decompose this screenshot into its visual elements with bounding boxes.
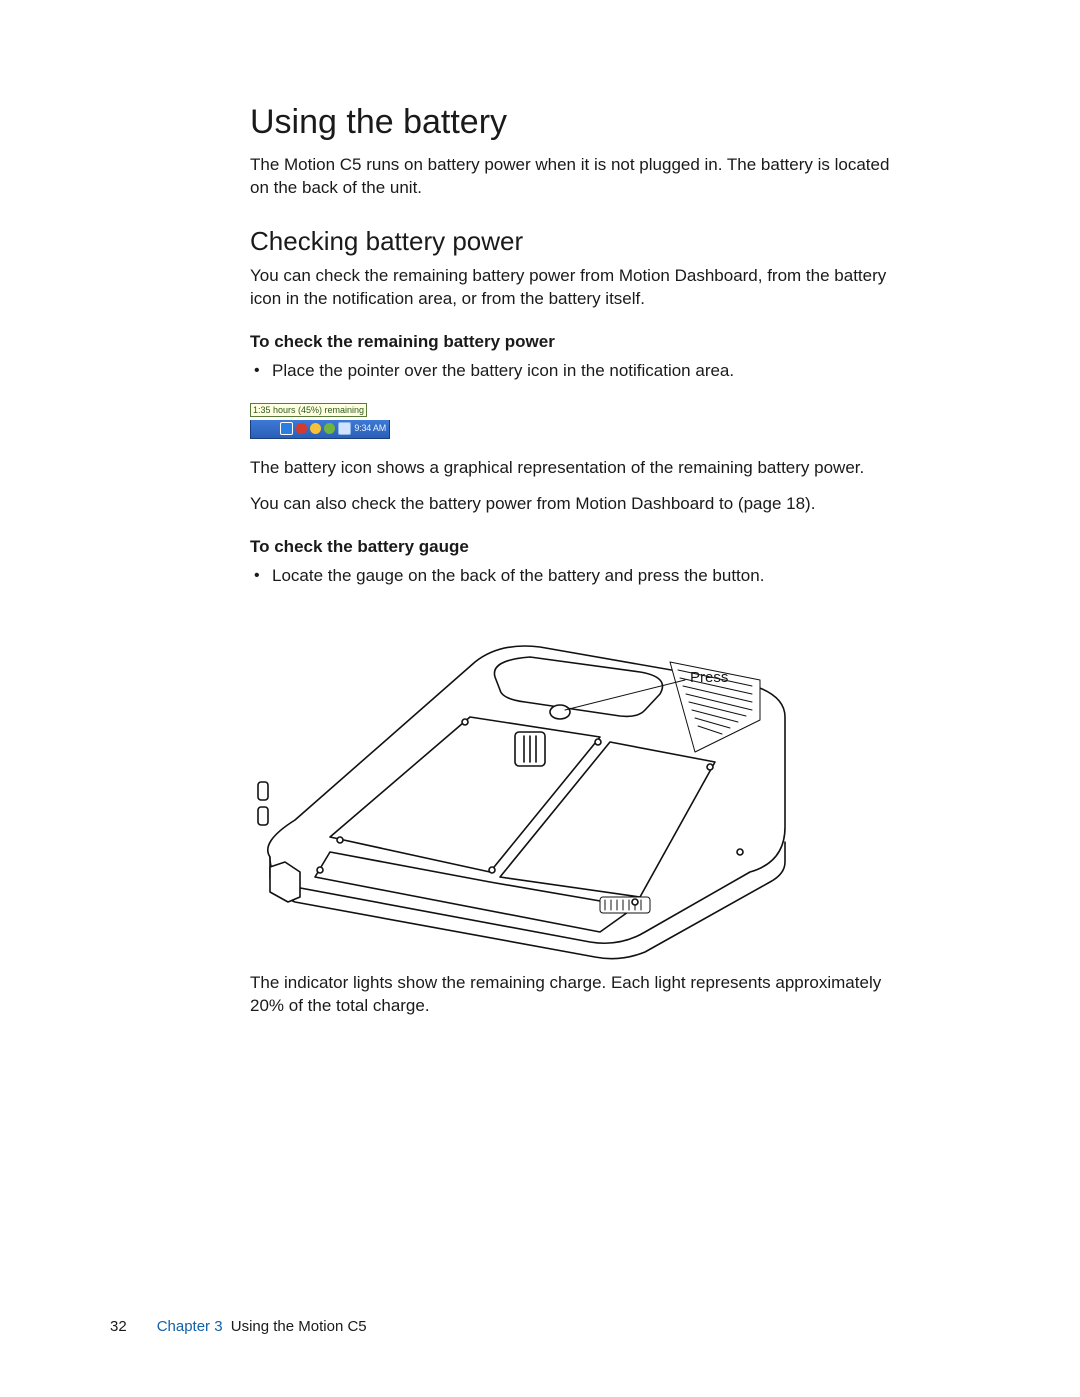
howto-list-2: Locate the gauge on the back of the batt… (250, 565, 910, 588)
battery-tooltip: 1:35 hours (45%) remaining (250, 403, 367, 417)
tray-shield-icon (310, 423, 321, 434)
body-paragraph: The battery icon shows a graphical repre… (250, 457, 910, 480)
page-footer: 32 Chapter 3 Using the Motion C5 (110, 1317, 367, 1337)
page-number: 32 (110, 1317, 127, 1337)
chapter-label: Chapter 3 (157, 1318, 223, 1335)
chapter-title: Using the Motion C5 (231, 1318, 367, 1335)
tray-battery-icon (296, 423, 307, 434)
howto-heading-remaining-power: To check the remaining battery power (250, 331, 910, 354)
taskbar-tray: 9:34 AM (250, 420, 390, 439)
content-column: Using the battery The Motion C5 runs on … (250, 100, 910, 1018)
howto-list-1: Place the pointer over the battery icon … (250, 360, 910, 383)
device-back-illustration: Press (240, 602, 800, 962)
body-paragraph: You can also check the battery power fro… (250, 493, 910, 516)
list-item: Locate the gauge on the back of the batt… (250, 565, 910, 588)
page-title: Using the battery (250, 100, 910, 146)
systray-screenshot: 1:35 hours (45%) remaining 9:34 AM (250, 397, 390, 439)
tray-clock: 9:34 AM (354, 422, 386, 434)
list-item: Place the pointer over the battery icon … (250, 360, 910, 383)
tray-network-icon (280, 422, 293, 435)
section-intro: You can check the remaining battery powe… (250, 265, 910, 311)
tray-status-icon (324, 423, 335, 434)
manual-page: Using the battery The Motion C5 runs on … (0, 0, 1080, 1397)
intro-paragraph: The Motion C5 runs on battery power when… (250, 154, 910, 200)
tablet-back-svg (240, 602, 800, 962)
footer-chapter: Chapter 3 Using the Motion C5 (157, 1317, 367, 1337)
howto-heading-battery-gauge: To check the battery gauge (250, 536, 910, 559)
body-paragraph: The indicator lights show the remaining … (250, 972, 910, 1018)
callout-press: Press (690, 668, 728, 688)
tray-app-icon (338, 422, 351, 435)
section-title-checking: Checking battery power (250, 224, 910, 259)
